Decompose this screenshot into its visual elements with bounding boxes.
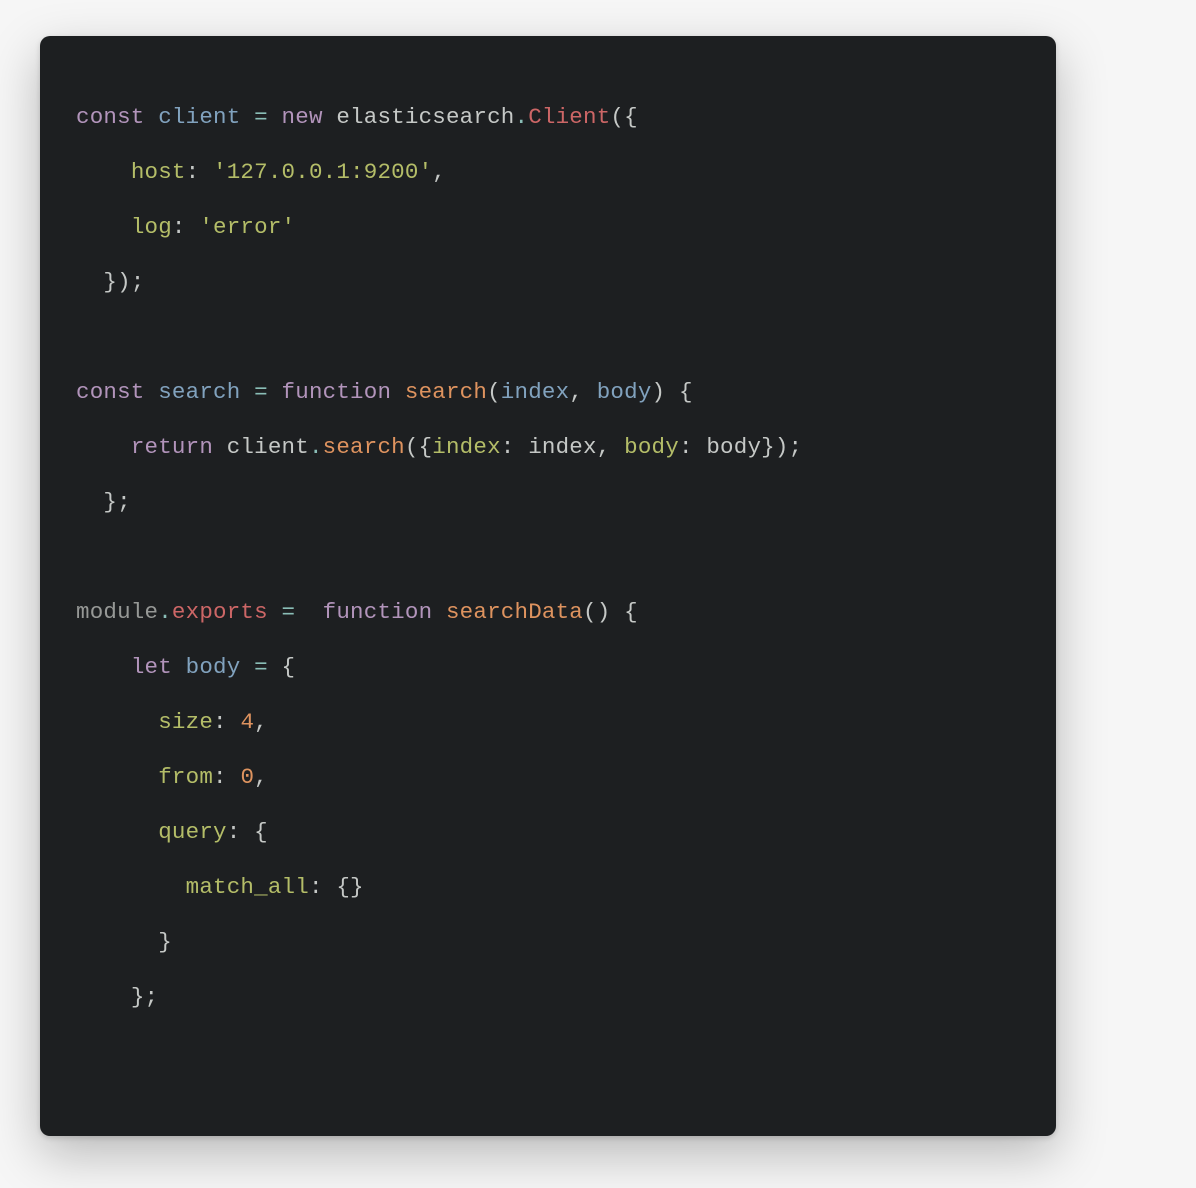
brace-open: ({ — [610, 104, 637, 130]
parens: () — [583, 599, 610, 625]
op-eq: = — [254, 654, 268, 680]
indent — [76, 764, 158, 790]
comma: , — [432, 159, 446, 185]
op-eq: = — [282, 599, 296, 625]
brace-open: { — [282, 654, 296, 680]
ident-search: search — [158, 379, 240, 405]
brace-close: }; — [131, 984, 158, 1010]
num-0: 0 — [240, 764, 254, 790]
colon: : — [309, 874, 323, 900]
comma: , — [569, 379, 583, 405]
string-host: '127.0.0.1:9200' — [213, 159, 432, 185]
ident-body: body — [186, 654, 241, 680]
brace-close: }; — [103, 489, 130, 515]
class-client: Client — [528, 104, 610, 130]
ident-client: client — [158, 104, 240, 130]
colon: : — [172, 214, 186, 240]
prop-body: body — [624, 434, 679, 460]
colon: : — [186, 159, 200, 185]
indent — [76, 819, 158, 845]
ident-client: client — [227, 434, 309, 460]
indent — [76, 984, 131, 1010]
prop-host: host — [131, 159, 186, 185]
colon: : — [501, 434, 515, 460]
prop-from: from — [158, 764, 213, 790]
paren-close: ) — [652, 379, 666, 405]
op-dot: . — [309, 434, 323, 460]
keyword-return: return — [131, 434, 213, 460]
fn-searchdata: searchData — [446, 599, 583, 625]
brace-open: ({ — [405, 434, 432, 460]
keyword-function: function — [323, 599, 433, 625]
colon: : — [213, 709, 227, 735]
brace-open: { — [679, 379, 693, 405]
code-block: const client = new elasticsearch.Client(… — [40, 36, 1056, 1061]
brace-close: }); — [103, 269, 144, 295]
braces-empty: {} — [336, 874, 363, 900]
param-body: body — [597, 379, 652, 405]
ident-exports: exports — [172, 599, 268, 625]
indent — [76, 269, 103, 295]
keyword-const: const — [76, 379, 145, 405]
comma: , — [597, 434, 611, 460]
brace-close: } — [158, 929, 172, 955]
indent — [76, 434, 131, 460]
keyword-let: let — [131, 654, 172, 680]
comma: , — [254, 764, 268, 790]
code-card: const client = new elasticsearch.Client(… — [40, 36, 1056, 1136]
string-error: 'error' — [199, 214, 295, 240]
keyword-const: const — [76, 104, 145, 130]
indent — [76, 874, 186, 900]
brace-open: { — [624, 599, 638, 625]
op-dot: . — [158, 599, 172, 625]
op-eq: = — [254, 104, 268, 130]
colon: : — [213, 764, 227, 790]
op-eq: = — [254, 379, 268, 405]
num-4: 4 — [240, 709, 254, 735]
brace-open: { — [254, 819, 268, 845]
prop-size: size — [158, 709, 213, 735]
op-dot: . — [515, 104, 529, 130]
colon: : — [679, 434, 693, 460]
keyword-new: new — [282, 104, 323, 130]
indent — [76, 654, 131, 680]
indent — [76, 709, 158, 735]
method-search: search — [323, 434, 405, 460]
fn-search: search — [405, 379, 487, 405]
val-body: body — [706, 434, 761, 460]
prop-log: log — [131, 214, 172, 240]
keyword-function: function — [282, 379, 392, 405]
prop-match-all: match_all — [186, 874, 309, 900]
param-index: index — [501, 379, 570, 405]
val-index: index — [528, 434, 597, 460]
indent — [76, 929, 158, 955]
indent — [76, 214, 131, 240]
indent — [76, 159, 131, 185]
colon: : — [227, 819, 241, 845]
comma: , — [254, 709, 268, 735]
brace-close: }); — [761, 434, 802, 460]
ident-elasticsearch: elasticsearch — [336, 104, 514, 130]
indent — [76, 489, 103, 515]
prop-index: index — [432, 434, 501, 460]
ident-module: module — [76, 599, 158, 625]
paren-open: ( — [487, 379, 501, 405]
prop-query: query — [158, 819, 227, 845]
